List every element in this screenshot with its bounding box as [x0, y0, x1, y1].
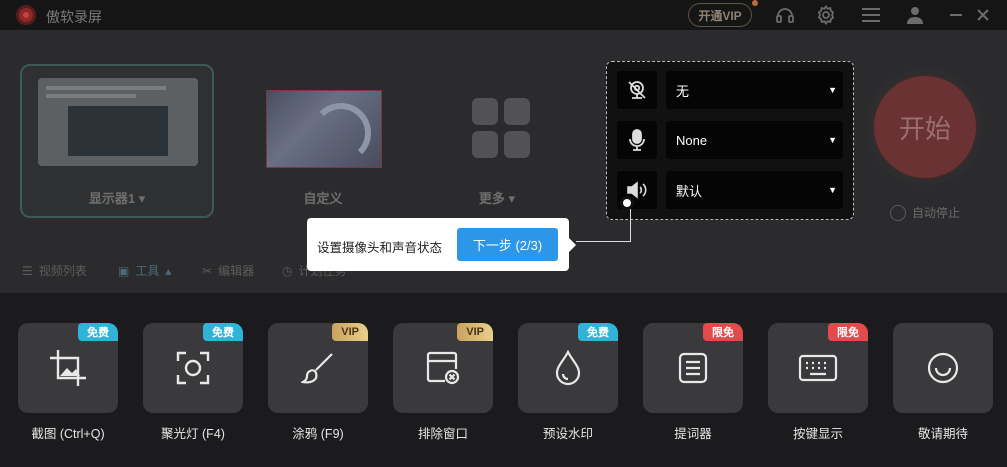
start-record-button[interactable]: 开始 [866, 68, 984, 186]
coming-soon-icon [921, 346, 965, 390]
tool-label: 按键显示 [792, 427, 843, 441]
badge-free: 免费 [78, 323, 118, 341]
brush-icon [296, 346, 340, 390]
microphone-icon[interactable] [617, 121, 657, 159]
dropdown-caret-icon: ▼ [828, 185, 837, 195]
app-title: 傲软录屏 [46, 9, 102, 25]
tools-tab[interactable]: ▣ 工具 ▴ [118, 262, 171, 279]
crop-icon [46, 346, 90, 390]
minimize-icon[interactable] [944, 3, 968, 27]
video-list-link[interactable]: ☰ 视频列表 [22, 262, 87, 279]
display-thumbnail [38, 78, 198, 166]
tool-key-display[interactable]: 限免 按键显示 [768, 323, 868, 442]
tool-label: 涂鸦 (F9) [292, 427, 344, 441]
tool-card[interactable]: 限免 [643, 323, 743, 413]
tool-exclude-window[interactable]: VIP 排除窗口 [393, 323, 493, 442]
tool-spotlight[interactable]: 免费 聚光灯 (F4) [143, 323, 243, 442]
menu-icon[interactable] [859, 3, 883, 27]
badge-free: 免费 [203, 323, 243, 341]
app-window: 傲软录屏 开通VIP 显示器1 ▾ 自定义 更多 ▾ 开始 自动停止 ☰ 视频列… [0, 0, 1007, 467]
tooltip-text: 设置摄像头和声音状态 [317, 241, 443, 255]
tools-panel: 免费 截图 (Ctrl+Q) 免费 聚光灯 (F4) VIP 涂鸦 (F9) V… [0, 293, 1007, 467]
tool-label: 敬请期待 [917, 427, 968, 441]
app-logo-icon [16, 5, 36, 25]
guide-tooltip: 设置摄像头和声音状态 下一步 (2/3) [307, 218, 576, 271]
clock-icon: ◷ [282, 263, 293, 278]
badge-vip: VIP [332, 323, 368, 341]
tool-watermark[interactable]: 免费 预设水印 [518, 323, 618, 442]
user-avatar-icon[interactable] [903, 3, 927, 27]
tool-card[interactable]: VIP [268, 323, 368, 413]
mode-display-card[interactable]: 显示器1 ▾ [20, 64, 214, 218]
tool-label: 排除窗口 [417, 427, 468, 441]
start-label: 开始 [874, 76, 976, 178]
microphone-row: None ▼ [617, 121, 845, 159]
next-step-button[interactable]: 下一步 (2/3) [457, 228, 558, 261]
open-vip-button[interactable]: 开通VIP [688, 3, 752, 27]
badge-limited: 限免 [703, 323, 743, 341]
badge-limited: 限免 [828, 323, 868, 341]
dropdown-caret-icon: ▼ [828, 85, 837, 95]
camera-off-icon[interactable] [617, 71, 657, 109]
exclude-window-icon [421, 346, 465, 390]
tool-label: 预设水印 [542, 427, 593, 441]
spotlight-icon [171, 346, 215, 390]
tool-doodle[interactable]: VIP 涂鸦 (F9) [268, 323, 368, 442]
custom-area-thumbnail [266, 90, 382, 168]
tool-card[interactable]: 免费 [18, 323, 118, 413]
tool-card [893, 323, 993, 413]
title-bar: 傲软录屏 开通VIP [0, 0, 1007, 30]
list-icon: ☰ [22, 263, 33, 278]
camera-select[interactable]: 无 ▼ [666, 71, 843, 109]
tool-screenshot[interactable]: 免费 截图 (Ctrl+Q) [18, 323, 118, 442]
headset-icon[interactable] [773, 3, 797, 27]
tool-card[interactable]: 免费 [518, 323, 618, 413]
dropdown-caret-icon: ▼ [828, 135, 837, 145]
more-grid-icon [472, 98, 532, 158]
tool-label: 截图 (Ctrl+Q) [31, 427, 105, 441]
tool-card[interactable]: 限免 [768, 323, 868, 413]
custom-mode-label: 自定义 [303, 191, 343, 206]
more-mode-label: 更多 ▾ [478, 191, 516, 206]
auto-stop-option[interactable]: 自动停止 [890, 204, 960, 221]
watermark-drop-icon [546, 346, 590, 390]
settings-gear-icon[interactable] [814, 3, 838, 27]
tool-label: 提词器 [674, 427, 712, 441]
toolbox-icon: ▣ [118, 263, 130, 278]
camera-row: 无 ▼ [617, 71, 845, 109]
av-settings-box: 无 ▼ None ▼ 默认 ▼ [606, 61, 854, 220]
keyboard-icon [796, 346, 840, 390]
badge-free: 免费 [578, 323, 618, 341]
close-icon[interactable] [971, 3, 995, 27]
teleprompter-icon [671, 346, 715, 390]
display-mode-label: 显示器1 ▾ [88, 191, 146, 206]
badge-vip: VIP [457, 323, 493, 341]
editor-link[interactable]: ✂ 编辑器 [202, 262, 254, 279]
tool-label: 聚光灯 (F4) [161, 427, 225, 441]
vip-notification-dot [752, 0, 758, 6]
speaker-select[interactable]: 默认 ▼ [666, 171, 843, 209]
tooltip-anchor-dot [620, 196, 634, 210]
auto-stop-radio[interactable] [890, 204, 906, 221]
tool-card[interactable]: 免费 [143, 323, 243, 413]
speaker-row: 默认 ▼ [617, 171, 845, 209]
microphone-select[interactable]: None ▼ [666, 121, 843, 159]
caret-up-icon: ▴ [165, 263, 172, 278]
tool-card[interactable]: VIP [393, 323, 493, 413]
scissors-icon: ✂ [202, 263, 213, 278]
auto-stop-label: 自动停止 [912, 206, 961, 220]
tool-teleprompter[interactable]: 限免 提词器 [643, 323, 743, 442]
tool-coming-soon: 敬请期待 [893, 323, 993, 442]
